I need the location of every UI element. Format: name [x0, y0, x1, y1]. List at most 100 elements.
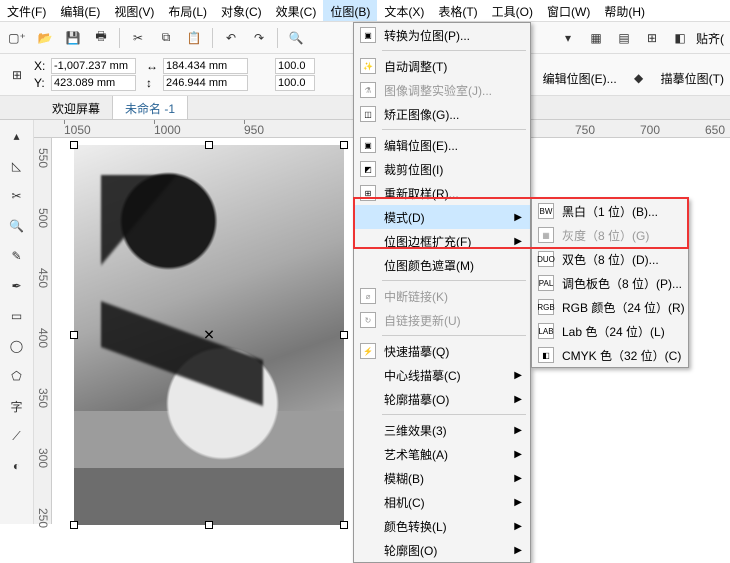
menubar: 文件(F) 编辑(E) 视图(V) 布局(L) 对象(C) 效果(C) 位图(B… [0, 0, 730, 22]
chevron-right-icon: ▶ [514, 425, 522, 436]
mi-auto[interactable]: ✨自动调整(T) [354, 54, 530, 78]
chevron-right-icon: ▶ [514, 212, 522, 223]
y-input[interactable] [51, 75, 136, 91]
mode-bw[interactable]: BW黑白（1 位）(B)... [532, 199, 688, 223]
menu-help[interactable]: 帮助(H) [597, 0, 652, 21]
trace-icon[interactable]: ◆ [627, 66, 651, 90]
pick-tool-icon[interactable]: ▴ [5, 124, 29, 148]
mi-3d[interactable]: 三维效果(3)▶ [354, 418, 530, 442]
sx-input[interactable] [275, 58, 315, 74]
mi-convert[interactable]: ▣转换为位图(P)... [354, 23, 530, 47]
menu-view[interactable]: 视图(V) [107, 0, 161, 21]
dropper-tool-icon[interactable]: ⟋ [5, 424, 29, 448]
shape-tool-icon[interactable]: ◺ [5, 154, 29, 178]
mi-contour[interactable]: 轮廓图(O)▶ [354, 538, 530, 562]
save-icon[interactable]: 💾 [61, 26, 85, 50]
undo-icon[interactable]: ↶ [219, 26, 243, 50]
menu-edit[interactable]: 编辑(E) [53, 0, 107, 21]
mi-qtrace[interactable]: ⚡快速描摹(Q) [354, 339, 530, 363]
ellipse-tool-icon[interactable]: ◯ [5, 334, 29, 358]
handle-tr[interactable] [340, 141, 348, 149]
menu-table[interactable]: 表格(T) [431, 0, 484, 21]
menu-tools[interactable]: 工具(O) [485, 0, 540, 21]
handle-t[interactable] [205, 141, 213, 149]
mi-edit[interactable]: ▣编辑位图(E)... [354, 133, 530, 157]
h-input[interactable] [163, 75, 248, 91]
text-tool-icon[interactable]: 字 [5, 394, 29, 418]
snap-label[interactable]: 贴齐( [696, 30, 724, 47]
edit-icon: ▣ [360, 137, 376, 153]
search-icon[interactable]: 🔍 [284, 26, 308, 50]
handle-b[interactable] [205, 521, 213, 529]
mi-resample[interactable]: ⊞重新取样(R)... [354, 181, 530, 205]
duo-icon: DUO [538, 251, 554, 267]
mi-mask[interactable]: 位图颜色遮罩(M) [354, 253, 530, 277]
handle-br[interactable] [340, 521, 348, 529]
guides-icon[interactable]: ▤ [612, 26, 636, 50]
mode-cmyk[interactable]: ◧CMYK 色（32 位）(C) [532, 343, 688, 367]
mode-rgb[interactable]: RGBRGB 颜色（24 位）(R) [532, 295, 688, 319]
ruler-horizontal-right: 750 700 650 [555, 120, 730, 138]
chevron-right-icon: ▶ [514, 521, 522, 532]
mi-ctrace[interactable]: 中心线描摹(C)▶ [354, 363, 530, 387]
polygon-tool-icon[interactable]: ⬠ [5, 364, 29, 388]
menu-object[interactable]: 对象(C) [214, 0, 269, 21]
fill-tool-icon[interactable]: ◐ [5, 454, 29, 478]
w-input[interactable] [163, 58, 248, 74]
tab-doc[interactable]: 未命名 -1 [113, 96, 188, 119]
menu-window[interactable]: 窗口(W) [540, 0, 597, 21]
pen-tool-icon[interactable]: ✒ [5, 274, 29, 298]
rect-tool-icon[interactable]: ▭ [5, 304, 29, 328]
print-icon[interactable]: 🖶 [89, 26, 113, 50]
menu-text[interactable]: 文本(X) [377, 0, 431, 21]
copy-icon[interactable]: ⧉ [154, 26, 178, 50]
mi-inflate[interactable]: 位图边框扩充(F)▶ [354, 229, 530, 253]
handle-l[interactable] [70, 331, 78, 339]
sy-input[interactable] [275, 75, 315, 91]
dropdown-icon[interactable]: ▾ [556, 26, 580, 50]
mi-art[interactable]: 艺术笔触(A)▶ [354, 442, 530, 466]
trace-label[interactable]: 描摹位图(T) [661, 70, 724, 87]
selected-bitmap[interactable]: ✕ [74, 145, 344, 525]
mi-crop[interactable]: ◩裁剪位图(I) [354, 157, 530, 181]
toolbox: ▴ ◺ ✂ 🔍 ✎ ✒ ▭ ◯ ⬠ 字 ⟋ ◐ [0, 120, 34, 524]
paste-icon[interactable]: 📋 [182, 26, 206, 50]
mi-straighten[interactable]: ◫矫正图像(G)... [354, 102, 530, 126]
object-origin-icon[interactable]: ⊞ [5, 63, 29, 87]
menu-layout[interactable]: 布局(L) [161, 0, 214, 21]
mode-duo[interactable]: DUO双色（8 位）(D)... [532, 247, 688, 271]
handle-r[interactable] [340, 331, 348, 339]
mi-camera[interactable]: 相机(C)▶ [354, 490, 530, 514]
mode-pal[interactable]: PAL调色板色（8 位）(P)... [532, 271, 688, 295]
mi-otrace[interactable]: 轮廓描摹(O)▶ [354, 387, 530, 411]
cmyk-icon: ◧ [538, 347, 554, 363]
chevron-right-icon: ▶ [514, 236, 522, 247]
editbmp-label[interactable]: 编辑位图(E)... [543, 70, 617, 87]
new-icon[interactable]: ▢⁺ [5, 26, 29, 50]
menu-file[interactable]: 文件(F) [0, 0, 53, 21]
tab-welcome[interactable]: 欢迎屏幕 [40, 96, 113, 119]
mi-blur[interactable]: 模糊(B)▶ [354, 466, 530, 490]
menu-effects[interactable]: 效果(C) [269, 0, 324, 21]
mi-mode[interactable]: 模式(D)▶ [354, 205, 530, 229]
grid-icon[interactable]: ▦ [584, 26, 608, 50]
zoom-tool-icon[interactable]: 🔍 [5, 214, 29, 238]
handle-bl[interactable] [70, 521, 78, 529]
mode-gray: ▦灰度（8 位）(G) [532, 223, 688, 247]
crop-tool-icon[interactable]: ✂ [5, 184, 29, 208]
mode-lab[interactable]: LABLab 色（24 位）(L) [532, 319, 688, 343]
handle-tl[interactable] [70, 141, 78, 149]
panel-icon[interactable]: ◧ [668, 26, 692, 50]
cut-icon[interactable]: ✂ [126, 26, 150, 50]
mi-colorx[interactable]: 颜色转换(L)▶ [354, 514, 530, 538]
menu-bitmap[interactable]: 位图(B) [323, 0, 377, 21]
open-icon[interactable]: 📂 [33, 26, 57, 50]
pal-icon: PAL [538, 275, 554, 291]
grid2-icon[interactable]: ⊞ [640, 26, 664, 50]
redo-icon[interactable]: ↷ [247, 26, 271, 50]
center-marker-icon[interactable]: ✕ [203, 327, 215, 344]
link-update-icon: ↻ [360, 312, 376, 328]
chevron-right-icon: ▶ [514, 545, 522, 556]
freehand-tool-icon[interactable]: ✎ [5, 244, 29, 268]
x-input[interactable] [51, 58, 136, 74]
